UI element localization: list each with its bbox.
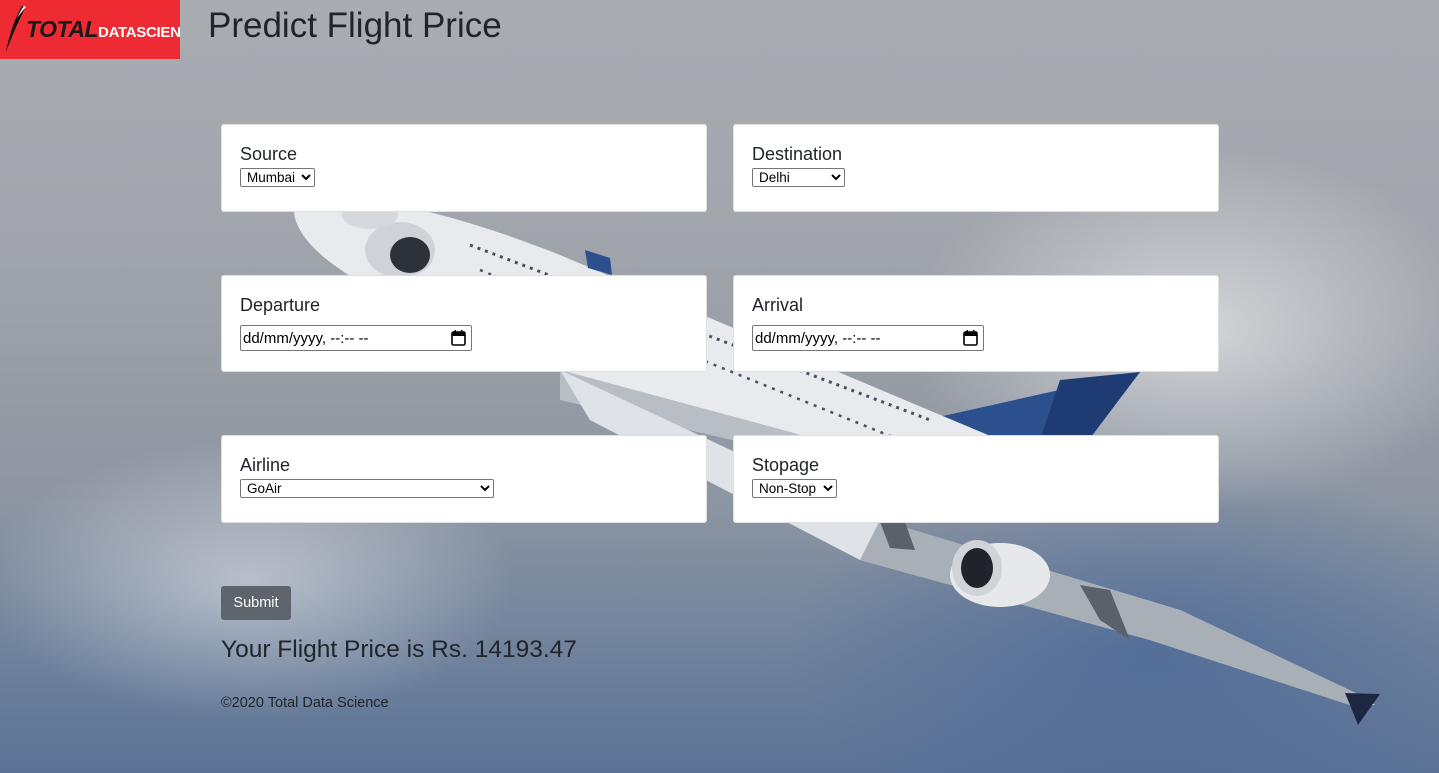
departure-card: Departure dd/mm/yyyy, --:-- -- (221, 275, 707, 372)
departure-label: Departure (240, 295, 321, 315)
source-select[interactable]: Mumbai (240, 168, 315, 187)
logo-datascience: DATASCIENCE (98, 24, 180, 41)
arrival-placeholder: dd/mm/yyyy, --:-- -- (755, 329, 881, 347)
stopage-label: Stopage (752, 455, 820, 475)
arrival-card: Arrival dd/mm/yyyy, --:-- -- (733, 275, 1219, 372)
destination-select[interactable]: Delhi (752, 168, 845, 187)
departure-placeholder: dd/mm/yyyy, --:-- -- (243, 329, 369, 347)
departure-datetime-input[interactable]: dd/mm/yyyy, --:-- -- (240, 325, 472, 351)
airline-label: Airline (240, 455, 291, 475)
brand-logo[interactable]: TOTALDATASCIENCE (0, 0, 180, 59)
logo-text: TOTALDATASCIENCE (26, 16, 180, 43)
stopage-card: Stopage Non-Stop (733, 435, 1219, 523)
swoosh-icon (6, 6, 26, 52)
calendar-icon[interactable] (451, 330, 466, 346)
airline-select[interactable]: GoAir (240, 479, 494, 498)
stopage-select[interactable]: Non-Stop (752, 479, 837, 498)
source-card: Source Mumbai (221, 124, 707, 212)
airline-card: Airline GoAir (221, 435, 707, 523)
submit-button[interactable]: Submit (221, 586, 291, 620)
footer-copyright: ©2020 Total Data Science (221, 695, 389, 711)
destination-label: Destination (752, 144, 843, 164)
calendar-icon[interactable] (963, 330, 978, 346)
airplane-background-image (294, 197, 1380, 725)
page-title: Predict Flight Price (208, 6, 502, 45)
source-label: Source (240, 144, 298, 164)
logo-total: TOTAL (26, 16, 99, 42)
arrival-label: Arrival (752, 295, 804, 315)
destination-card: Destination Delhi (733, 124, 1219, 212)
arrival-datetime-input[interactable]: dd/mm/yyyy, --:-- -- (752, 325, 984, 351)
predicted-price-text: Your Flight Price is Rs. 14193.47 (221, 636, 577, 663)
